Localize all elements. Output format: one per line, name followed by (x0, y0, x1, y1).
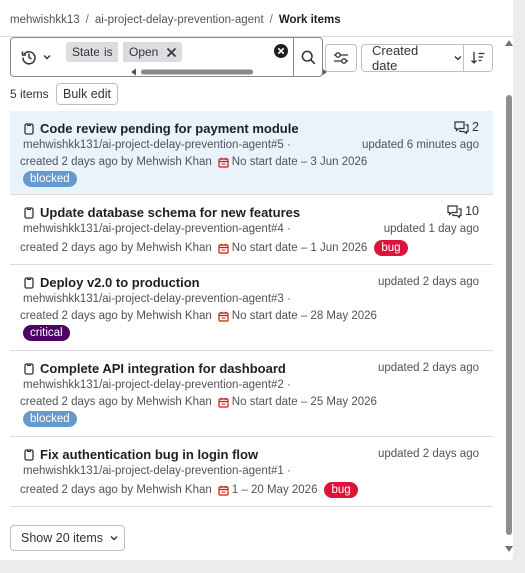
chevron-down-icon (454, 56, 462, 61)
breadcrumb-separator: / (85, 14, 89, 26)
breadcrumb-item-project[interactable]: ai-project-delay-prevention-agent (95, 14, 264, 26)
due-date: No start date – 28 May 2026 (231, 310, 377, 322)
label-badge[interactable]: blocked (23, 411, 77, 427)
window-bottom-edge (0, 560, 525, 573)
work-item-reference: mehwishkk131/ai-project-delay-prevention… (23, 139, 291, 151)
created-info: created 2 days ago by Mehwish Khan (20, 156, 212, 168)
updated-time: updated 6 minutes ago (361, 139, 479, 151)
work-item-meta: created 2 days ago by Mehwish Khan No sta… (20, 156, 367, 168)
sort-lowest-icon (471, 52, 485, 64)
breadcrumb: mehwishkk13 / ai-project-delay-prevention-… (10, 14, 341, 26)
bulk-edit-button[interactable]: Bulk edit (56, 83, 118, 105)
sort-label: Created date (372, 43, 419, 73)
search-icon (301, 50, 315, 64)
chevron-down-icon (110, 536, 118, 541)
breadcrumb-separator: / (269, 14, 273, 26)
calendar-icon (218, 243, 229, 254)
chevron-down-icon (43, 55, 50, 60)
work-item-meta: created 2 days ago by Mehwish Khan 1 – 20… (20, 482, 358, 498)
search-history-button[interactable] (10, 37, 62, 77)
updated-time: updated 2 days ago (377, 276, 479, 288)
work-item-icon (24, 122, 34, 135)
label-badge[interactable]: blocked (23, 171, 77, 187)
history-icon (21, 51, 36, 65)
calendar-icon (218, 485, 229, 496)
due-date: No start date – 1 Jun 2026 (231, 242, 368, 254)
labels: blocked (23, 171, 77, 187)
work-item-meta: created 2 days ago by Mehwish Khan No sta… (20, 310, 377, 322)
work-item-title-text[interactable]: Code review pending for payment module (40, 121, 299, 136)
created-info: created 2 days ago by Mehwish Khan (20, 310, 212, 322)
work-item-title[interactable]: Deploy v2.0 to production (24, 275, 200, 290)
comments-count-value: 2 (472, 120, 479, 134)
work-items-panel: mehwishkk13 / ai-project-delay-prevention-… (0, 0, 513, 560)
work-item-row[interactable]: Deploy v2.0 to production mehwishkk131/ai… (10, 265, 493, 351)
calendar-icon (218, 311, 229, 322)
work-item-icon (24, 448, 34, 461)
work-item-row[interactable]: Code review pending for payment module me… (10, 111, 493, 195)
work-item-reference: mehwishkk131/ai-project-delay-prevention… (23, 293, 291, 305)
work-item-title-text[interactable]: Deploy v2.0 to production (40, 275, 200, 290)
comments-icon (447, 204, 462, 218)
work-item-icon (24, 276, 34, 289)
comments-count: 2 (454, 120, 479, 134)
work-item-title[interactable]: Update database schema for new features (24, 205, 300, 220)
updated-time: updated 2 days ago (377, 362, 479, 374)
filter-token-value: Open (129, 45, 159, 59)
work-item-title[interactable]: Fix authentication bug in login flow (24, 447, 258, 462)
work-item-meta: created 2 days ago by Mehwish Khan No sta… (20, 240, 408, 256)
work-item-title[interactable]: Complete API integration for dashboard (24, 361, 286, 376)
updated-time: updated 2 days ago (377, 448, 479, 460)
calendar-icon (218, 157, 229, 168)
filtered-search-input[interactable]: State is Open (61, 37, 327, 77)
close-icon[interactable] (166, 47, 177, 58)
updated-time: updated 1 day ago (383, 223, 479, 235)
work-item-reference: mehwishkk131/ai-project-delay-prevention… (23, 223, 291, 235)
created-info: created 2 days ago by Mehwish Khan (20, 242, 212, 254)
label-badge[interactable]: bug (324, 482, 358, 498)
clear-search-icon[interactable] (274, 44, 288, 58)
sort-direction-button[interactable] (463, 44, 493, 72)
show-items-label: Show 20 items (21, 531, 103, 545)
items-count: 5 items (10, 87, 49, 101)
breadcrumb-current: Work items (278, 14, 341, 26)
work-item-title[interactable]: Code review pending for payment module (24, 121, 299, 136)
page-scrollbar[interactable] (505, 40, 513, 552)
work-item-row[interactable]: Update database schema for new features m… (10, 195, 493, 265)
work-item-icon (24, 206, 34, 219)
work-item-row[interactable]: Complete API integration for dashboard me… (10, 351, 493, 437)
work-item-title-text[interactable]: Update database schema for new features (40, 205, 300, 220)
filter-token-operator[interactable]: is (99, 42, 118, 62)
due-date: 1 – 20 May 2026 (231, 484, 318, 496)
show-items-dropdown[interactable]: Show 20 items (10, 525, 125, 551)
due-date: No start date – 25 May 2026 (231, 396, 377, 408)
work-item-reference: mehwishkk131/ai-project-delay-prevention… (23, 379, 291, 391)
label-badge[interactable]: bug (374, 240, 408, 256)
filter-token-value-chip[interactable]: Open (123, 42, 183, 62)
preferences-icon (334, 52, 348, 64)
search-button[interactable] (293, 37, 323, 77)
breadcrumb-item-namespace[interactable]: mehwishkk13 (10, 14, 80, 26)
comments-icon (454, 120, 469, 134)
sort-dropdown[interactable]: Created date (361, 43, 464, 73)
labels: blocked (23, 411, 77, 427)
work-item-meta: created 2 days ago by Mehwish Khan No sta… (20, 396, 377, 408)
label-badge[interactable]: critical (23, 325, 70, 341)
created-info: created 2 days ago by Mehwish Khan (20, 484, 212, 496)
work-item-row[interactable]: Fix authentication bug in login flow mehw… (10, 437, 493, 507)
work-item-reference: mehwishkk131/ai-project-delay-prevention… (23, 465, 291, 477)
created-info: created 2 days ago by Mehwish Khan (20, 396, 212, 408)
labels: critical (23, 325, 70, 341)
work-item-title-text[interactable]: Fix authentication bug in login flow (40, 447, 258, 462)
comments-count: 10 (447, 204, 479, 218)
display-options-button[interactable] (325, 44, 357, 72)
work-item-title-text[interactable]: Complete API integration for dashboard (40, 361, 286, 376)
work-item-icon (24, 362, 34, 375)
calendar-icon (218, 397, 229, 408)
due-date: No start date – 3 Jun 2026 (231, 156, 368, 168)
comments-count-value: 10 (465, 204, 479, 218)
